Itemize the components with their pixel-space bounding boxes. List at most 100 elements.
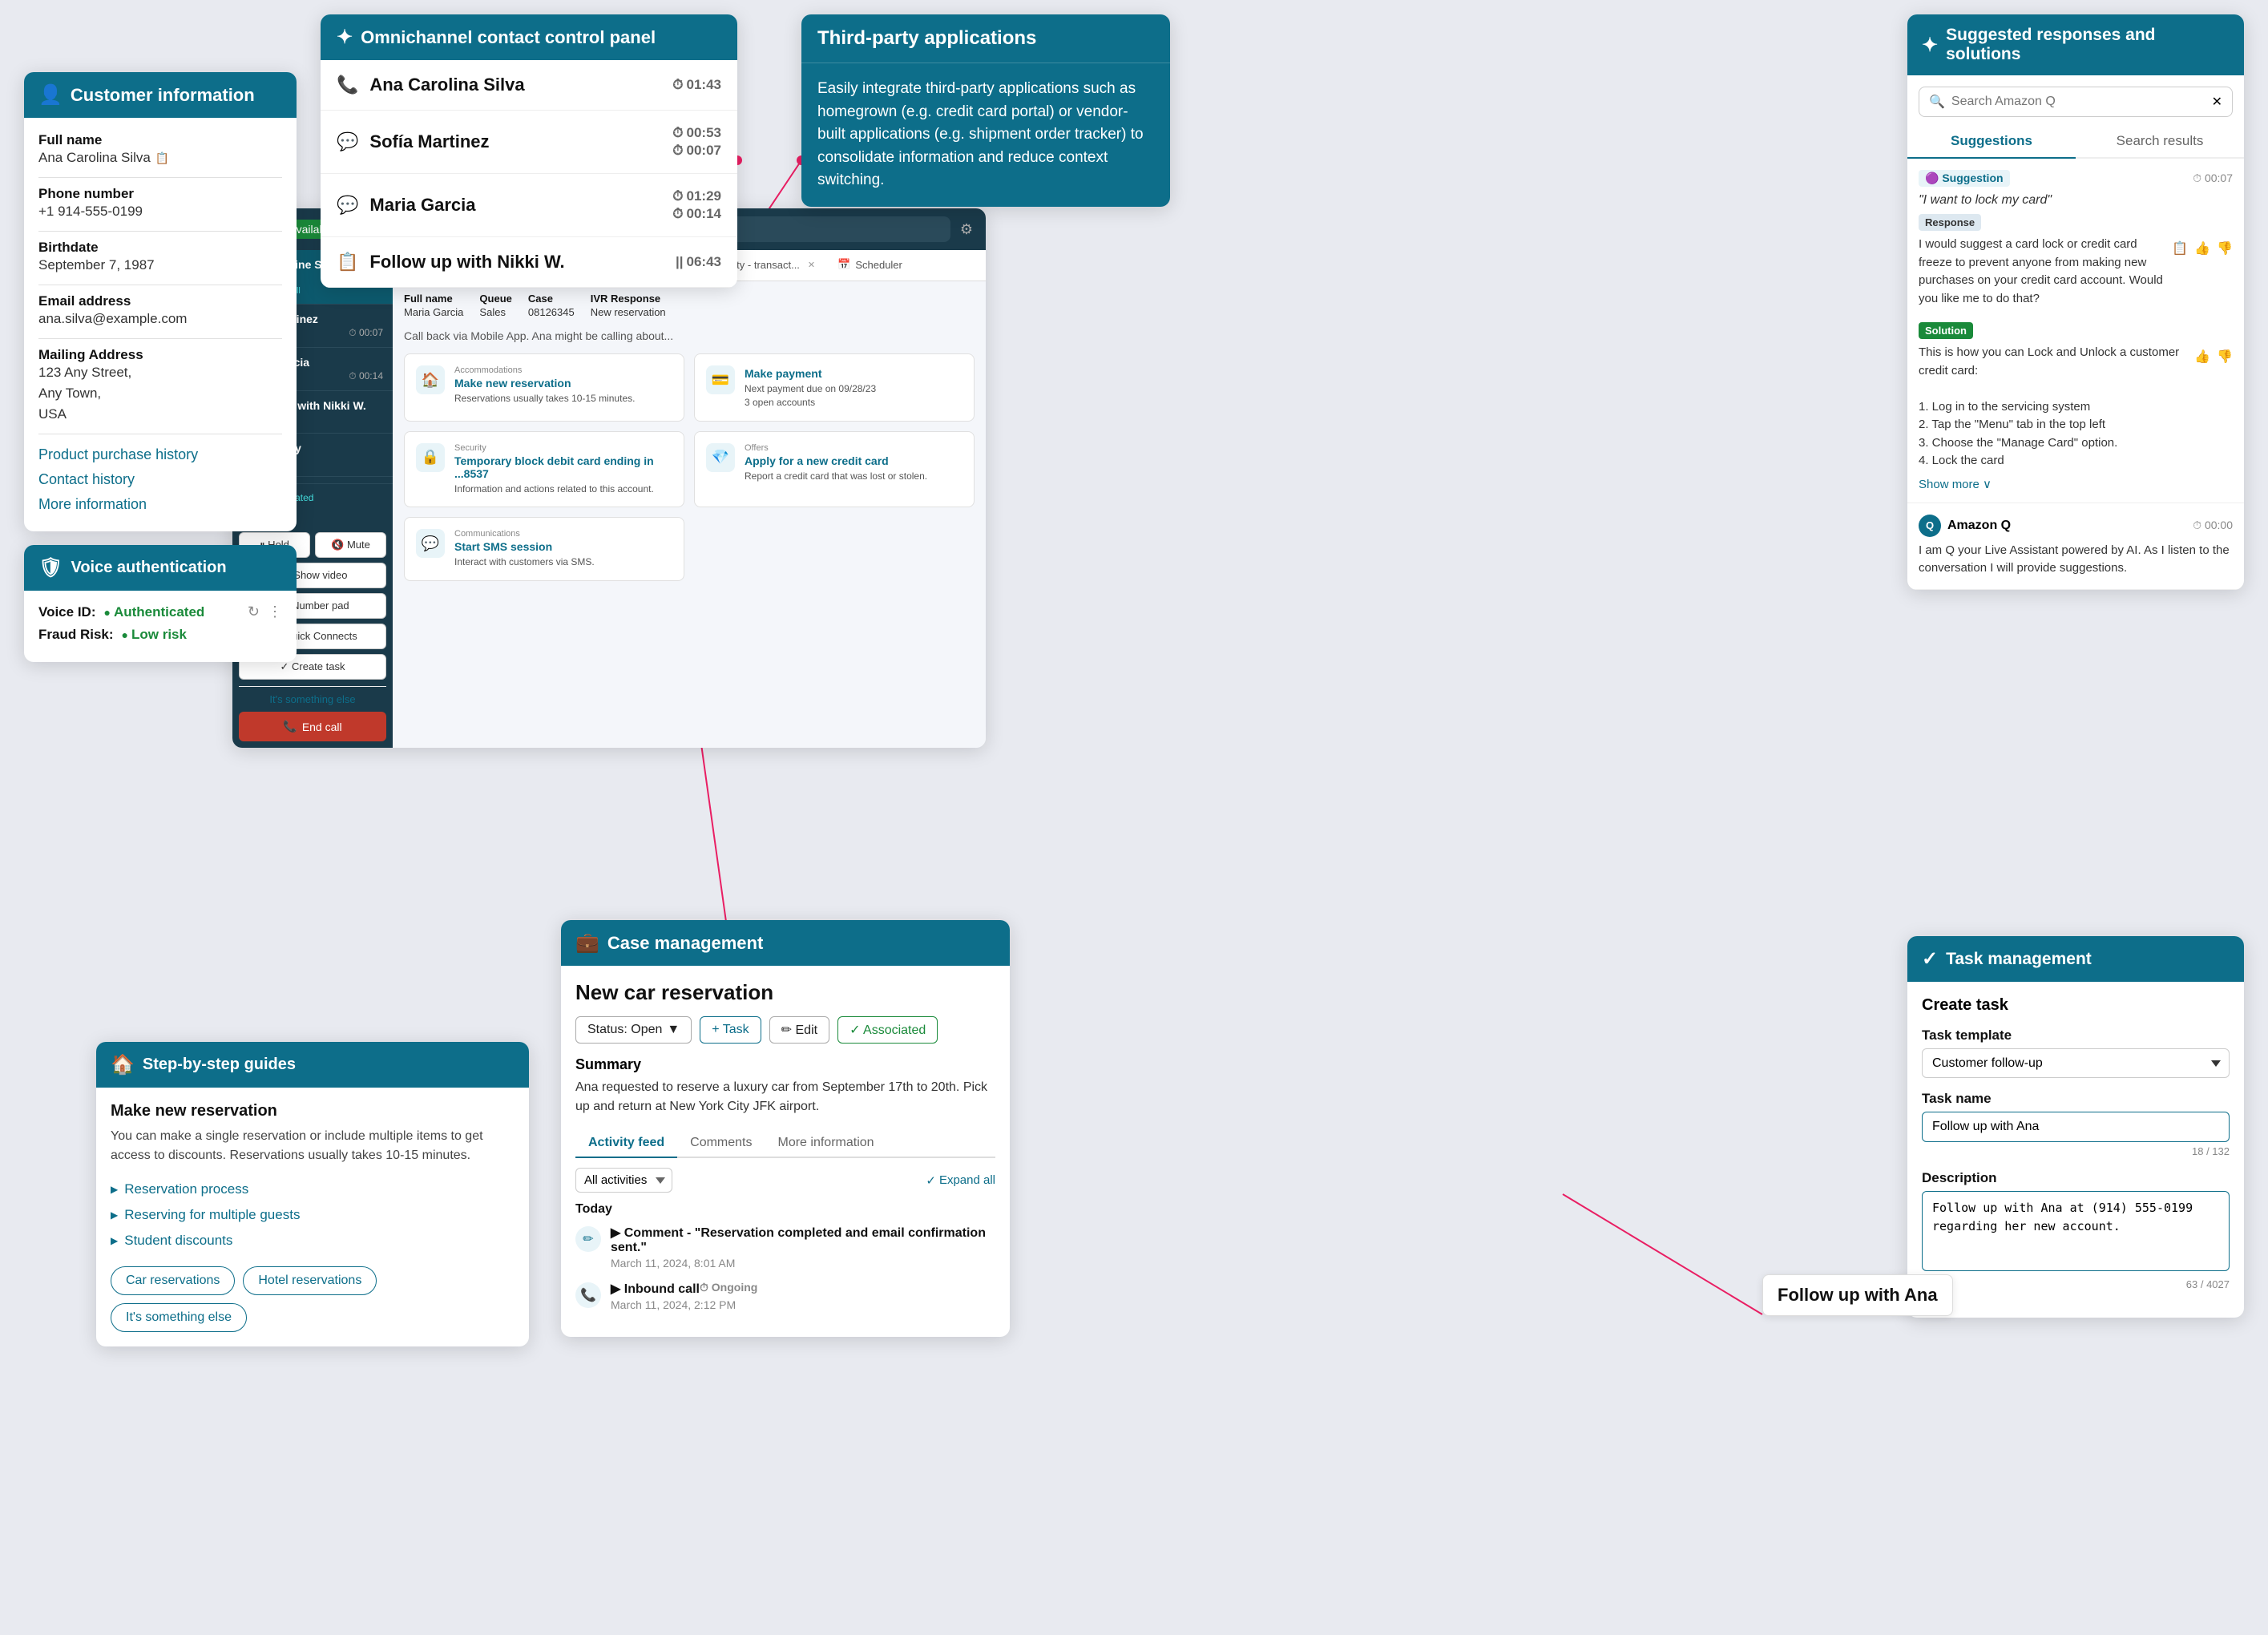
copy-icon[interactable]: 📋 (155, 151, 169, 165)
contact-item-maria[interactable]: 💬 Maria Garcia ⏱01:29 ⏱00:14 (321, 174, 737, 237)
its-something-else-button[interactable]: It's something else (111, 1303, 247, 1332)
info-ivr: IVR Response New reservation (591, 293, 666, 318)
main-ccp-panel: ✦ ● Available ▼ ⌂ 👤 + ⚙ 🔍 ⚙ Ana Caroline… (232, 208, 986, 748)
contact-history-link[interactable]: Contact history (38, 467, 282, 492)
sms-card-icon: 💬 (416, 529, 445, 558)
make-payment-desc: Next payment due on 09/28/233 open accou… (745, 382, 876, 410)
copy-icon[interactable]: 📋 (2172, 240, 2188, 256)
expand-all-button[interactable]: ✓ Expand all (926, 1173, 995, 1188)
activities-filter[interactable]: All activities (575, 1168, 672, 1193)
associated-button[interactable]: ✓ Associated (837, 1016, 938, 1044)
phone-field: Phone number +1 914-555-0199 (38, 186, 282, 220)
tab-scheduler[interactable]: 📅 Scheduler (826, 250, 914, 281)
birthdate-value: September 7, 1987 (38, 257, 282, 273)
more-info-link[interactable]: More information (38, 492, 282, 517)
voice-auth-title: Voice authentication (71, 559, 226, 577)
info-case-label: Case (528, 293, 575, 305)
action-card-payment[interactable]: 💳 Make payment Next payment due on 09/28… (694, 353, 975, 422)
suggested-title: Suggested responses and solutions (1946, 26, 2230, 64)
step-buttons: Car reservations Hotel reservations It's… (111, 1266, 515, 1332)
guide-desc: You can make a single reservation or inc… (111, 1127, 515, 1165)
offers-category: Offers (745, 443, 927, 453)
action-card-sms-content: Communications Start SMS session Interac… (454, 529, 595, 569)
contact-item-ana[interactable]: 📞 Ana Carolina Silva ⏱01:43 (321, 60, 737, 111)
close-icon[interactable]: ✕ (2212, 94, 2222, 110)
end-call-button[interactable]: 📞 End call (239, 712, 386, 741)
search-input[interactable] (1951, 95, 2205, 109)
action-card-payment-content: Make payment Next payment due on 09/28/2… (745, 365, 876, 410)
step-guides-body: Make new reservation You can make a sing… (96, 1088, 529, 1346)
task-name-label: Task name (1922, 1091, 2230, 1107)
task-mgmt-title: Task management (1946, 950, 2092, 969)
tab-comments[interactable]: Comments (677, 1129, 765, 1158)
info-fullname: Full name Maria Garcia (404, 293, 463, 318)
edit-button[interactable]: ✏ Edit (769, 1016, 829, 1044)
tab-more-info[interactable]: More information (765, 1129, 887, 1158)
task-desc-textarea[interactable]: Follow up with Ana at (914) 555-0199 reg… (1922, 1191, 2230, 1271)
summary-text: Ana requested to reserve a luxury car fr… (575, 1078, 995, 1116)
more-icon[interactable]: ⋮ (268, 604, 282, 620)
suggested-tabs: Suggestions Search results (1907, 125, 2244, 159)
close-fraud-tab[interactable]: ✕ (808, 260, 815, 270)
info-case: Case 08126345 (528, 293, 575, 318)
activity-call-title: ▶ Inbound call ⏱ Ongoing (611, 1281, 757, 1297)
action-card-reservation[interactable]: 🏠 Accommodations Make new reservation Re… (404, 353, 684, 422)
contact-item-sofia[interactable]: 💬 Sofía Martinez ⏱00:53 ⏱00:07 (321, 111, 737, 174)
ccp-layout: Ana Caroline Silva ⏱ 00:41 Connected cal… (232, 250, 986, 748)
template-label: Task template (1922, 1027, 2230, 1044)
template-select[interactable]: Customer follow-up (1922, 1048, 2230, 1078)
amazon-q-search: 🔍 ✕ (1919, 87, 2233, 117)
phone-icon: 📞 (337, 75, 358, 95)
contact-item-nikki[interactable]: 📋 Follow up with Nikki W. ||06:43 (321, 237, 737, 288)
step-guides-title: Step-by-step guides (143, 1056, 296, 1074)
sms-desc: Interact with customers via SMS. (454, 555, 595, 569)
thumbsdown-icon[interactable]: 👎 (2217, 240, 2233, 256)
car-reservations-button[interactable]: Car reservations (111, 1266, 235, 1295)
customer-info-title: Customer information (71, 85, 255, 106)
thumbsdown-icon-2[interactable]: 👎 (2217, 349, 2233, 365)
step-item-discounts[interactable]: Student discounts (111, 1228, 515, 1254)
accommodation-category: Accommodations (454, 365, 635, 375)
briefcase-icon: 💼 (575, 931, 599, 955)
case-actions: Status: Open ▼ + Task ✏ Edit ✓ Associate… (575, 1016, 995, 1044)
omnichannel-title: Omnichannel contact control panel (361, 27, 656, 48)
tab-suggestions[interactable]: Suggestions (1907, 125, 2076, 159)
tab-search-results[interactable]: Search results (2076, 125, 2244, 157)
lock-card-icon: 🔒 (416, 443, 445, 472)
customer-info-body: Full name Ana Carolina Silva 📋 Phone num… (24, 118, 297, 531)
refresh-icon[interactable]: ↻ (248, 604, 260, 620)
comms-category: Communications (454, 529, 595, 539)
action-card-security[interactable]: 🔒 Security Temporary block debit card en… (404, 431, 684, 508)
product-history-link[interactable]: Product purchase history (38, 442, 282, 467)
tab-activity-feed[interactable]: Activity feed (575, 1129, 677, 1158)
info-ivr-value: New reservation (591, 306, 666, 318)
chevron-down-icon: ▼ (667, 1023, 680, 1037)
fraud-risk-row: Fraud Risk: Low risk (38, 627, 282, 643)
task-name-input[interactable] (1922, 1112, 2230, 1142)
task-mgmt-body: Create task Task template Customer follo… (1907, 982, 2244, 1318)
gear-icon[interactable]: ⚙ (960, 221, 973, 238)
task-desc-char-count: 63 / 4027 (1922, 1278, 2230, 1290)
step-item-multiple[interactable]: Reserving for multiple guests (111, 1202, 515, 1228)
show-more-button[interactable]: Show more ∨ (1919, 477, 2233, 491)
thumbsup-icon-2[interactable]: 👍 (2194, 349, 2210, 365)
status-button[interactable]: Status: Open ▼ (575, 1016, 692, 1044)
chat-icon-maria: 💬 (337, 195, 358, 216)
task-name-char-count: 18 / 132 (1922, 1145, 2230, 1157)
thumbsup-icon[interactable]: 👍 (2194, 240, 2210, 256)
mute-button[interactable]: 🔇 Mute (315, 532, 386, 558)
scheduler-tab-icon: 📅 (837, 258, 850, 271)
action-card-sms[interactable]: 💬 Communications Start SMS session Inter… (404, 517, 684, 581)
suggestion-badge: 🟣 Suggestion (1919, 170, 2010, 187)
info-fullname-value: Maria Garcia (404, 306, 463, 318)
its-something-else-ccp[interactable]: It's something else (239, 686, 386, 712)
case-mgmt-body: New car reservation Status: Open ▼ + Tas… (561, 966, 1010, 1337)
action-card-credit-content: Offers Apply for a new credit card Repor… (745, 443, 927, 483)
address-label: Mailing Address (38, 347, 282, 363)
third-party-desc: Easily integrate third-party application… (817, 80, 1144, 188)
action-card-credit[interactable]: 💎 Offers Apply for a new credit card Rep… (694, 431, 975, 508)
step-item-reservation[interactable]: Reservation process (111, 1177, 515, 1202)
solution-text: This is how you can Lock and Unlock a cu… (1919, 344, 2194, 470)
hotel-reservations-button[interactable]: Hotel reservations (243, 1266, 377, 1295)
task-button[interactable]: + Task (700, 1016, 761, 1044)
